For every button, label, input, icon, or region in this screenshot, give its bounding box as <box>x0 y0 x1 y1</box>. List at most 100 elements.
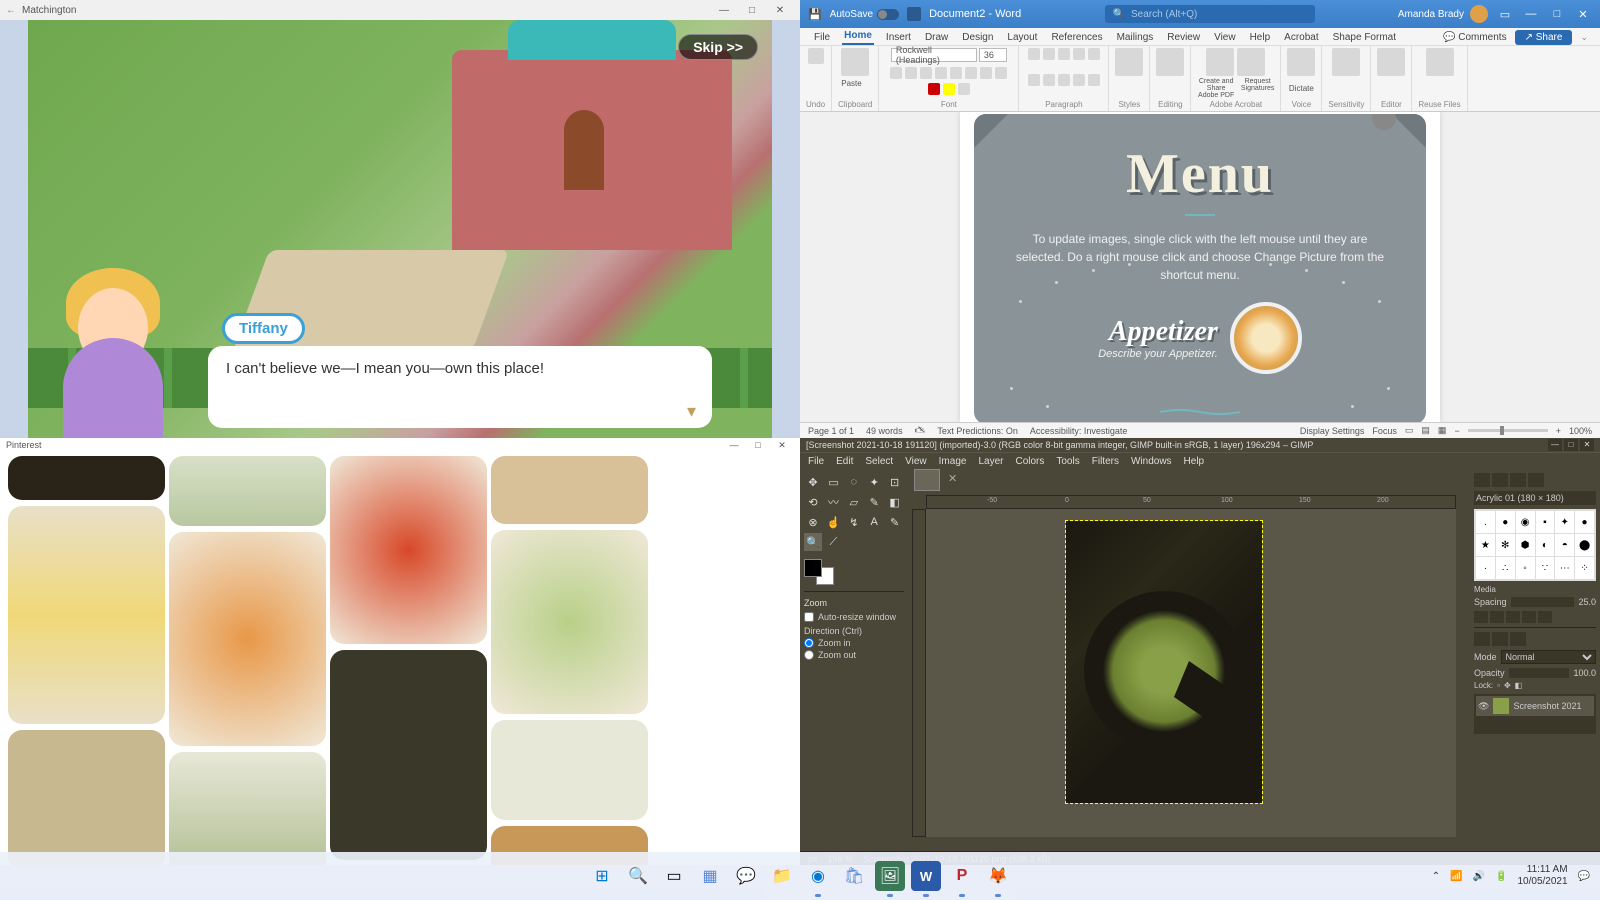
tab-close-icon[interactable]: ✕ <box>948 472 957 485</box>
start-button[interactable]: ⊞ <box>587 861 617 891</box>
word-icon[interactable]: W <box>911 861 941 891</box>
tab-review[interactable]: Review <box>1165 30 1202 45</box>
maximize-button[interactable]: □ <box>1548 8 1566 20</box>
menu-view[interactable]: View <box>905 456 927 467</box>
pin-card[interactable] <box>169 532 326 746</box>
clone-tool-icon[interactable]: ⊗ <box>804 513 822 531</box>
font-family-select[interactable]: Rockwell (Headings) <box>891 48 977 62</box>
case-icon[interactable] <box>980 67 992 79</box>
status-predictions[interactable]: Text Predictions: On <box>937 426 1018 436</box>
focus-button[interactable]: Focus <box>1372 426 1397 436</box>
close-button[interactable]: ✕ <box>1580 439 1594 451</box>
undo-icon[interactable] <box>808 48 824 64</box>
pin-card[interactable] <box>8 730 165 865</box>
align-right-icon[interactable] <box>1058 74 1070 86</box>
brush-del-icon[interactable] <box>1522 611 1536 623</box>
layer-mode-select[interactable]: Normal <box>1501 650 1596 664</box>
tab-view[interactable]: View <box>1212 30 1238 45</box>
zoom-tool-icon[interactable]: 🔍 <box>804 533 822 551</box>
ribbon-toggle-icon[interactable]: ⌄ <box>1580 32 1588 43</box>
text-tool-icon[interactable]: A <box>865 513 883 531</box>
store-icon[interactable]: 🛍 <box>839 861 869 891</box>
eraser-tool-icon[interactable]: ◧ <box>886 493 904 511</box>
game-scene[interactable]: Skip >> Tiffany I can't believe we—I mea… <box>28 20 772 438</box>
path-tool-icon[interactable]: ↯ <box>845 513 863 531</box>
channels-tab-icon[interactable] <box>1492 632 1508 646</box>
back-icon[interactable]: ← <box>6 5 16 16</box>
maximize-button[interactable]: □ <box>738 5 766 16</box>
fg-color-swatch[interactable] <box>804 559 822 577</box>
move-tool-icon[interactable]: ✥ <box>804 473 822 491</box>
sensitivity-icon[interactable] <box>1332 48 1360 76</box>
crop-tool-icon[interactable]: ⊡ <box>886 473 904 491</box>
share-button[interactable]: ↗ Share <box>1515 30 1573 45</box>
zoom-in-radio[interactable]: Zoom in <box>804 638 904 648</box>
status-lang-icon[interactable]: 🖎 <box>915 423 926 439</box>
opacity-slider[interactable]: Opacity100.0 <box>1474 668 1596 678</box>
status-accessibility[interactable]: Accessibility: Investigate <box>1030 426 1128 436</box>
tab-draw[interactable]: Draw <box>923 30 950 45</box>
bucket-tool-icon[interactable]: ▱ <box>845 493 863 511</box>
menu-select[interactable]: Select <box>865 456 893 467</box>
rect-select-tool-icon[interactable]: ▭ <box>824 473 842 491</box>
fonts-tab-icon[interactable] <box>1510 473 1526 487</box>
tab-mailings[interactable]: Mailings <box>1115 30 1156 45</box>
close-button[interactable]: ✕ <box>770 440 794 451</box>
auto-resize-checkbox[interactable]: Auto-resize window <box>804 612 904 622</box>
canvas-viewport[interactable] <box>926 509 1456 837</box>
pin-card[interactable] <box>169 752 326 865</box>
brush-refresh-icon[interactable] <box>1538 611 1552 623</box>
warp-tool-icon[interactable]: 〰 <box>824 493 842 511</box>
tab-home[interactable]: Home <box>842 28 874 45</box>
close-button[interactable]: ✕ <box>766 5 794 16</box>
pinterest-feed[interactable] <box>0 452 800 865</box>
minimize-button[interactable]: — <box>1522 8 1540 20</box>
reuse-files-icon[interactable] <box>1426 48 1454 76</box>
close-button[interactable]: ✕ <box>1574 8 1592 21</box>
image-tab[interactable] <box>914 469 940 491</box>
multilevel-icon[interactable] <box>1058 48 1070 60</box>
dialogue-box[interactable]: I can't believe we—I mean you—own this p… <box>208 346 712 428</box>
tab-help[interactable]: Help <box>1248 30 1273 45</box>
numbering-icon[interactable] <box>1043 48 1055 60</box>
volume-icon[interactable]: 🔊 <box>1473 871 1485 882</box>
display-settings[interactable]: Display Settings <box>1300 426 1365 436</box>
tab-file[interactable]: File <box>812 30 832 45</box>
menu-colors[interactable]: Colors <box>1015 456 1044 467</box>
skip-button[interactable]: Skip >> <box>678 34 758 60</box>
strike-icon[interactable] <box>935 67 947 79</box>
brush-edit-icon[interactable] <box>1474 611 1488 623</box>
clear-format-icon[interactable] <box>995 67 1007 79</box>
menu-image[interactable]: Image <box>939 456 967 467</box>
layers-tab-icon[interactable] <box>1474 632 1490 646</box>
user-account[interactable]: Amanda Brady <box>1398 5 1488 23</box>
editor-icon[interactable] <box>1377 48 1405 76</box>
explorer-icon[interactable]: 📁 <box>767 861 797 891</box>
zoom-out-radio[interactable]: Zoom out <box>804 650 904 660</box>
ribbon-display-icon[interactable]: ▭ <box>1496 8 1514 21</box>
print-layout-icon[interactable]: ▤ <box>1421 425 1430 436</box>
minimize-button[interactable]: — <box>1548 439 1562 451</box>
tab-design[interactable]: Design <box>960 30 995 45</box>
zoom-out-icon[interactable]: − <box>1454 426 1459 436</box>
search-input[interactable]: 🔍 Search (Alt+Q) <box>1105 5 1315 23</box>
chat-icon[interactable]: 💬 <box>731 861 761 891</box>
pin-card[interactable] <box>8 456 165 500</box>
menu-layer[interactable]: Layer <box>978 456 1003 467</box>
free-select-tool-icon[interactable]: ◌ <box>845 473 863 491</box>
superscript-icon[interactable] <box>965 67 977 79</box>
pin-card[interactable] <box>491 456 648 524</box>
brush-grid[interactable]: .●◉▪✦● ★✻⬢◐◓⬤ ·∴◦∵⋯⁘ <box>1474 509 1596 581</box>
pin-card[interactable] <box>330 650 487 860</box>
line-spacing-icon[interactable] <box>1088 74 1100 86</box>
status-words[interactable]: 49 words <box>866 426 903 436</box>
layer-row[interactable]: 👁 Screenshot 2021 <box>1476 696 1594 716</box>
font-size-select[interactable]: 36 <box>979 48 1007 62</box>
measure-tool-icon[interactable]: ⟋ <box>824 533 842 551</box>
color-swatches[interactable] <box>804 559 834 585</box>
minimize-button[interactable]: — <box>722 440 746 450</box>
paste-icon[interactable] <box>841 48 869 76</box>
maximize-button[interactable]: □ <box>1564 439 1578 451</box>
pin-card[interactable] <box>491 720 648 820</box>
menu-shape[interactable]: Menu To update images, single click with… <box>974 114 1426 422</box>
